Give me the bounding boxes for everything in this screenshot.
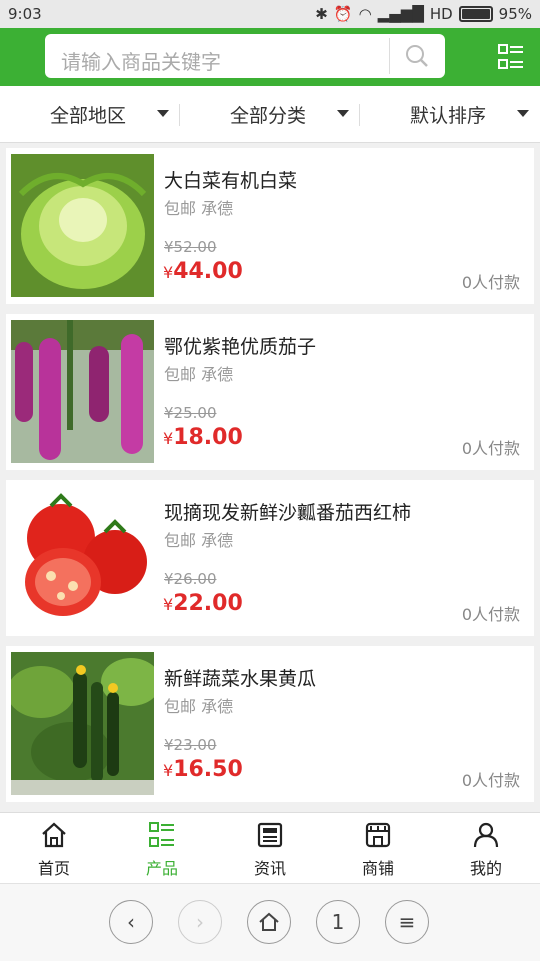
product-tags: 包邮 承德 xyxy=(164,365,234,384)
top-header: 请输入商品关键字 xyxy=(0,28,540,86)
tab-home-label: 首页 xyxy=(37,859,70,878)
battery-percent: 95% xyxy=(498,5,532,23)
list-icon xyxy=(149,822,174,847)
product-name[interactable]: 鄂优紫艳优质茄子 xyxy=(164,332,316,359)
filter-region[interactable]: 全部地区 xyxy=(0,86,180,142)
forward-button[interactable]: › xyxy=(178,900,222,944)
chevron-left-icon: ‹ xyxy=(127,910,135,934)
status-time: 9:03 xyxy=(8,5,42,23)
sold-count: 0人付款 xyxy=(461,771,520,790)
tab-news[interactable]: 资讯 xyxy=(216,813,324,883)
product-card[interactable]: 大白菜有机白菜 包邮 承德 ¥52.00 ¥44.00 0人付款 xyxy=(6,148,534,304)
tab-news-label: 资讯 xyxy=(253,859,286,878)
search-divider xyxy=(389,38,390,74)
tab-products-label: 产品 xyxy=(145,859,178,878)
original-price: ¥23.00 xyxy=(164,736,217,754)
current-price: ¥22.00 xyxy=(163,591,243,616)
network-type: HD xyxy=(429,5,453,23)
product-card[interactable]: 现摘现发新鲜沙瓤番茄西红柿 包邮 承德 ¥26.00 ¥22.00 0人付款 xyxy=(6,480,534,636)
tabs-count: 1 xyxy=(331,910,345,934)
browser-nav-bar: ‹ › 1 ≡ xyxy=(0,883,540,961)
product-tags: 包邮 承德 xyxy=(164,199,234,218)
current-price: ¥16.50 xyxy=(163,757,243,782)
original-price: ¥26.00 xyxy=(164,570,217,588)
product-name[interactable]: 现摘现发新鲜沙瓤番茄西红柿 xyxy=(164,498,411,525)
tab-home[interactable]: 首页 xyxy=(0,813,108,883)
eggplant-image[interactable] xyxy=(11,320,154,463)
product-list: 大白菜有机白菜 包邮 承德 ¥52.00 ¥44.00 0人付款 鄂优紫艳优质茄… xyxy=(6,148,534,812)
search-icon[interactable] xyxy=(405,44,429,68)
original-price: ¥52.00 xyxy=(164,238,217,256)
tabs-button[interactable]: 1 xyxy=(316,900,360,944)
filter-category-label: 全部分类 xyxy=(230,105,307,127)
product-tags: 包邮 承德 xyxy=(164,697,234,716)
battery-icon xyxy=(458,6,493,22)
tab-shop[interactable]: 商铺 xyxy=(324,813,432,883)
tab-products[interactable]: 产品 xyxy=(108,813,216,883)
product-card[interactable]: 鄂优紫艳优质茄子 包邮 承德 ¥25.00 ¥18.00 0人付款 xyxy=(6,314,534,470)
home-outline-icon xyxy=(259,912,279,931)
menu-button[interactable]: ≡ xyxy=(385,900,429,944)
current-price: ¥44.00 xyxy=(163,259,243,284)
bluetooth-icon: ✱ xyxy=(315,5,328,23)
filter-sort-label: 默认排序 xyxy=(410,105,487,127)
filter-bar: 全部地区 全部分类 默认排序 xyxy=(0,86,540,143)
filter-sort[interactable]: 默认排序 xyxy=(360,86,540,142)
current-price: ¥18.00 xyxy=(163,425,243,450)
news-icon xyxy=(257,822,283,848)
search-input[interactable]: 请输入商品关键字 xyxy=(61,46,221,75)
product-tags: 包邮 承德 xyxy=(164,531,234,550)
search-box[interactable]: 请输入商品关键字 xyxy=(45,34,445,78)
sold-count: 0人付款 xyxy=(461,273,520,292)
bottom-tab-bar: 首页 产品 资讯 商铺 我的 xyxy=(0,812,540,883)
alarm-icon: ⏰ xyxy=(333,5,353,23)
home-icon xyxy=(42,822,66,848)
filter-category[interactable]: 全部分类 xyxy=(180,86,360,142)
tomato-image[interactable] xyxy=(11,486,154,629)
cabbage-image[interactable] xyxy=(11,154,154,297)
original-price: ¥25.00 xyxy=(164,404,217,422)
tab-mine[interactable]: 我的 xyxy=(432,813,540,883)
signal-icon: ▂▄▆█ xyxy=(377,5,424,23)
tab-shop-label: 商铺 xyxy=(361,859,394,878)
sold-count: 0人付款 xyxy=(461,439,520,458)
chevron-down-icon xyxy=(517,110,529,117)
status-bar: 9:03 ✱ ⏰ ◠ ▂▄▆█ HD 95% xyxy=(0,0,540,28)
chevron-down-icon xyxy=(157,110,169,117)
cucumber-image[interactable] xyxy=(11,652,154,795)
product-card[interactable]: 新鲜蔬菜水果黄瓜 包邮 承德 ¥23.00 ¥16.50 0人付款 xyxy=(6,646,534,802)
product-name[interactable]: 大白菜有机白菜 xyxy=(164,166,297,193)
tab-mine-label: 我的 xyxy=(469,859,502,878)
user-icon xyxy=(473,822,499,848)
chevron-down-icon xyxy=(337,110,349,117)
wifi-icon: ◠ xyxy=(358,5,372,23)
home-button[interactable] xyxy=(247,900,291,944)
product-name[interactable]: 新鲜蔬菜水果黄瓜 xyxy=(164,664,316,691)
category-menu-icon[interactable] xyxy=(498,44,524,70)
sold-count: 0人付款 xyxy=(461,605,520,624)
back-button[interactable]: ‹ xyxy=(109,900,153,944)
chevron-right-icon: › xyxy=(196,910,204,934)
filter-region-label: 全部地区 xyxy=(50,105,127,127)
status-icons: ✱ ⏰ ◠ ▂▄▆█ HD 95% xyxy=(315,5,532,23)
shop-icon xyxy=(365,822,391,848)
hamburger-icon: ≡ xyxy=(398,910,416,934)
